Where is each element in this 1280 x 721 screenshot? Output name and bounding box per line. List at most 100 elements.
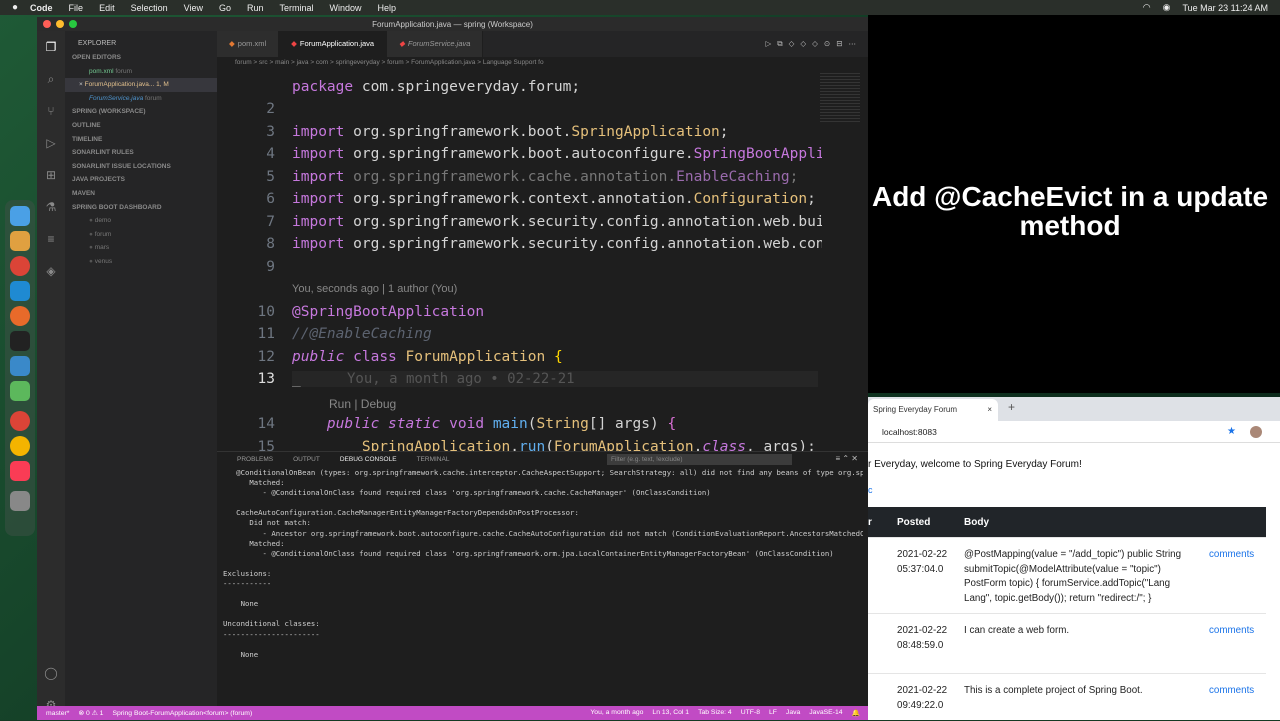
account-icon[interactable]: ◯	[37, 657, 65, 689]
maps-icon[interactable]	[10, 381, 30, 401]
boot-app-demo[interactable]: ● demo	[65, 214, 217, 228]
section-java-projects[interactable]: JAVA PROJECTS	[65, 173, 217, 187]
activity-bar: ❐ ⌕ ⑂ ▷ ⊞ ⚗ ≡ ◈ ◯ ⚙	[37, 31, 65, 712]
open-editor-forum-service[interactable]: ForumService.java forum	[65, 92, 217, 106]
row-posted: 2021-02-22 05:37:04.0	[897, 549, 948, 575]
jdk-version[interactable]: JavaSE-14	[809, 709, 842, 717]
open-editor-pom[interactable]: pom.xml forum	[65, 65, 217, 79]
branch-indicator[interactable]: master*	[46, 710, 69, 717]
explorer-icon[interactable]: ❐	[37, 31, 65, 63]
terminal-icon[interactable]	[10, 331, 30, 351]
menu-run[interactable]: Run	[247, 3, 264, 13]
apple-icon[interactable]: ●	[12, 2, 18, 13]
section-sonarlint-issue-locations[interactable]: SONARLINT ISSUE LOCATIONS	[65, 160, 217, 174]
wifi-icon[interactable]: ◠	[1143, 2, 1151, 13]
menu-terminal[interactable]: Terminal	[280, 3, 314, 13]
cursor-position[interactable]: Ln 13, Col 1	[652, 709, 689, 717]
comments-link[interactable]: comments	[1209, 684, 1254, 699]
java-file-icon: ◆	[399, 39, 405, 48]
minimize-window-button[interactable]	[56, 20, 64, 28]
boot-app-mars[interactable]: ● mars	[65, 241, 217, 255]
panel-actions[interactable]: ≡ ⌃ ✕	[835, 454, 858, 463]
problems-indicator[interactable]: ⊗ 0 ⚠ 1	[78, 709, 103, 717]
blame-indicator[interactable]: You, a month ago	[590, 709, 643, 717]
music-icon[interactable]	[10, 461, 30, 481]
extensions-icon[interactable]: ⊞	[37, 159, 65, 191]
menu-help[interactable]: Help	[378, 3, 397, 13]
section-timeline[interactable]: TIMELINE	[65, 133, 217, 147]
menu-window[interactable]: Window	[330, 3, 362, 13]
java-file-icon: ◆	[291, 39, 297, 48]
comments-link[interactable]: comments	[1209, 548, 1254, 563]
tab-forum-service[interactable]: ◆ ForumService.java	[387, 31, 484, 57]
search-icon[interactable]: ⌕	[37, 63, 65, 95]
spring-dashboard-icon[interactable]: ◈	[37, 255, 65, 287]
menu-app[interactable]: Code	[30, 3, 53, 13]
debug-console-output[interactable]: @ConditionalOnBean (types: org.springfra…	[223, 468, 863, 660]
tab-output[interactable]: OUTPUT	[293, 456, 320, 463]
bookmark-star-icon[interactable]: ★	[1227, 426, 1236, 437]
run-debug-icon[interactable]: ▷	[37, 127, 65, 159]
editor-actions[interactable]: ▷⧉◇◇◇⊙⊟⋯	[766, 31, 869, 57]
menu-file[interactable]: File	[69, 3, 84, 13]
section-spring-workspace[interactable]: SPRING (WORKSPACE)	[65, 105, 217, 119]
control-center-icon[interactable]: ◉	[1163, 2, 1171, 13]
section-outline[interactable]: OUTLINE	[65, 119, 217, 133]
source-control-icon[interactable]: ⑂	[37, 95, 65, 127]
vscode-icon[interactable]	[10, 281, 30, 301]
address-bar[interactable]: localhost:8083 ★	[868, 421, 1280, 443]
tab-size[interactable]: Tab Size: 4	[698, 709, 732, 717]
menu-selection[interactable]: Selection	[131, 3, 168, 13]
finder-icon[interactable]	[10, 206, 30, 226]
minimap[interactable]	[820, 73, 860, 123]
breadcrumb[interactable]: forum > src > main > java > com > spring…	[217, 57, 868, 68]
search-app-icon[interactable]	[10, 356, 30, 376]
boot-app-forum[interactable]: ● forum	[65, 228, 217, 242]
close-window-button[interactable]	[43, 20, 51, 28]
bottom-panel: PROBLEMS OUTPUT DEBUG CONSOLE TERMINAL F…	[217, 451, 868, 706]
section-spring-boot-dashboard[interactable]: SPRING BOOT DASHBOARD	[65, 201, 217, 215]
macos-menubar: ● Code File Edit Selection View Go Run T…	[0, 0, 1280, 15]
menu-go[interactable]: Go	[219, 3, 231, 13]
section-maven[interactable]: MAVEN	[65, 187, 217, 201]
menu-edit[interactable]: Edit	[99, 3, 115, 13]
chrome-icon-2[interactable]	[10, 411, 30, 431]
section-sonarlint-rules[interactable]: SONARLINT RULES	[65, 146, 217, 160]
tab-terminal[interactable]: TERMINAL	[417, 456, 450, 463]
welcome-link[interactable]: c	[868, 485, 873, 495]
eol[interactable]: LF	[769, 709, 777, 717]
tab-debug-console[interactable]: DEBUG CONSOLE	[340, 456, 397, 463]
notification-bell-icon[interactable]: 🔔	[852, 709, 860, 717]
trash-icon[interactable]	[10, 491, 30, 511]
code-line-6: import org.springframework.context.annot…	[292, 191, 816, 207]
code-line-12: public class ForumApplication {	[292, 349, 563, 365]
open-editors-section[interactable]: OPEN EDITORS	[65, 51, 217, 65]
safari-icon[interactable]	[10, 306, 30, 326]
comments-link[interactable]: comments	[1209, 624, 1254, 639]
git-blame-hint[interactable]: You, seconds ago | 1 author (You)	[292, 283, 457, 295]
profile-avatar[interactable]	[1250, 425, 1262, 438]
run-debug-codelens[interactable]: Run | Debug	[329, 397, 396, 411]
database-icon[interactable]: ≡	[37, 223, 65, 255]
chrome-icon-3[interactable]	[10, 436, 30, 456]
testing-icon[interactable]: ⚗	[37, 191, 65, 223]
launchpad-icon[interactable]	[10, 231, 30, 251]
open-editor-forum-application[interactable]: × ForumApplication.java... 1, M	[65, 78, 217, 92]
chrome-icon[interactable]	[10, 256, 30, 276]
tab-problems[interactable]: PROBLEMS	[237, 456, 273, 463]
chrome-tab[interactable]: Spring Everyday Forum ×	[868, 399, 998, 421]
encoding[interactable]: UTF-8	[741, 709, 760, 717]
new-tab-button[interactable]: +	[1008, 400, 1015, 414]
menu-view[interactable]: View	[184, 3, 203, 13]
run-config-indicator[interactable]: Spring Boot-ForumApplication<forum> (for…	[112, 710, 252, 717]
url-text[interactable]: localhost:8083	[882, 427, 937, 437]
row-body: @PostMapping(value = "/add_topic") publi…	[964, 549, 1182, 604]
zoom-window-button[interactable]	[69, 20, 77, 28]
tab-pom-xml[interactable]: ◆ pom.xml	[217, 31, 280, 57]
menu-clock[interactable]: Tue Mar 23 11:24 AM	[1182, 3, 1268, 13]
boot-app-venus[interactable]: ● venus	[65, 255, 217, 269]
language-mode[interactable]: Java	[786, 709, 800, 717]
close-tab-icon[interactable]: ×	[987, 399, 992, 421]
console-filter-input[interactable]: Filter (e.g. text, !exclude)	[607, 454, 792, 465]
tab-forum-application[interactable]: ◆ ForumApplication.java	[279, 31, 388, 57]
